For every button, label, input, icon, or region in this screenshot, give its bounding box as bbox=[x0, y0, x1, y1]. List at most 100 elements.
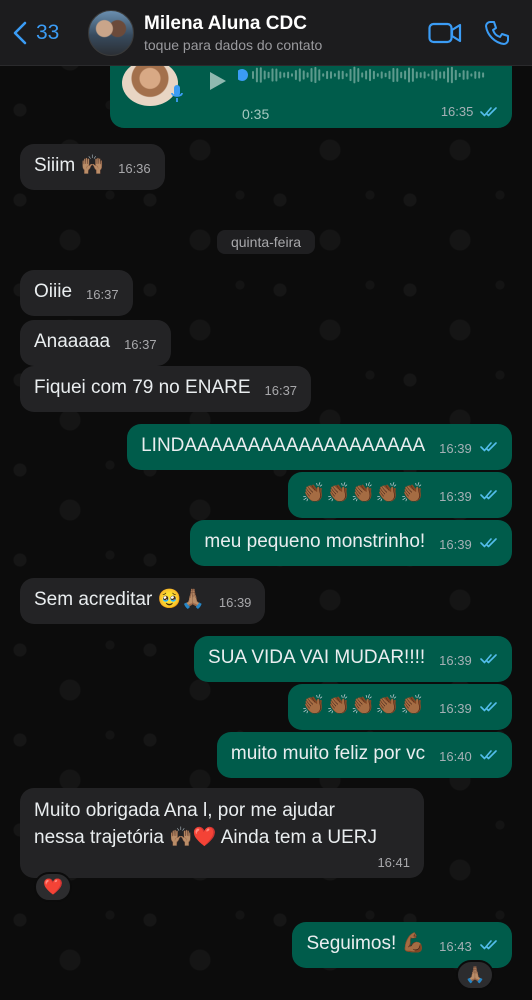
video-call-button[interactable] bbox=[428, 22, 462, 44]
waveform-bar bbox=[376, 73, 379, 77]
waveform-bar bbox=[341, 70, 344, 80]
waveform-bar bbox=[252, 71, 254, 79]
waveform-bar bbox=[470, 73, 473, 77]
waveform-bar bbox=[314, 66, 317, 84]
read-ticks-icon bbox=[480, 940, 497, 950]
waveform-bar bbox=[462, 70, 465, 80]
waveform-bar bbox=[482, 72, 485, 78]
message-time: 16:35 bbox=[441, 104, 498, 119]
waveform-bar bbox=[372, 70, 375, 80]
waveform-bar bbox=[380, 71, 383, 79]
back-button[interactable]: 33 bbox=[12, 21, 76, 45]
waveform-bar bbox=[357, 68, 360, 82]
message-outgoing[interactable]: 👏🏾👏🏾👏🏾👏🏾👏🏾 16:39 bbox=[287, 684, 512, 730]
read-ticks-icon bbox=[480, 654, 497, 664]
waveform-bar bbox=[259, 67, 262, 83]
voice-waveform[interactable] bbox=[238, 66, 488, 84]
waveform-bar bbox=[255, 67, 258, 83]
chevron-left-icon bbox=[13, 21, 27, 44]
video-camera-icon bbox=[428, 22, 462, 43]
waveform-bar bbox=[263, 70, 266, 80]
waveform-bar bbox=[275, 68, 278, 82]
waveform-bar bbox=[396, 68, 399, 82]
waveform-bar bbox=[419, 72, 422, 78]
waveform-bar bbox=[361, 72, 364, 78]
contact-name: Milena Aluna CDC bbox=[144, 12, 307, 34]
waveform-bar bbox=[318, 69, 321, 81]
waveform-bar bbox=[279, 71, 282, 79]
waveform-bar bbox=[423, 71, 426, 79]
waveform-bar bbox=[283, 72, 286, 78]
message-outgoing[interactable]: LINDAAAAAAAAAAAAAAAAAAA 16:39 bbox=[127, 424, 512, 470]
voice-call-button[interactable] bbox=[484, 20, 510, 46]
waveform-bar bbox=[388, 70, 391, 80]
microphone-icon bbox=[170, 84, 184, 109]
waveform-bar bbox=[302, 70, 305, 80]
waveform-bar bbox=[443, 71, 446, 79]
message-incoming[interactable]: Siiim 🙌🏽 16:36 bbox=[20, 144, 165, 190]
message-incoming[interactable]: Oiiie 16:37 bbox=[20, 270, 133, 316]
play-button[interactable] bbox=[206, 70, 228, 97]
waveform-bar bbox=[439, 71, 442, 79]
waveform-bar bbox=[267, 71, 270, 79]
voice-duration: 0:35 bbox=[242, 106, 270, 122]
waveform-bar bbox=[478, 71, 481, 79]
date-separator: quinta-feira bbox=[216, 230, 316, 254]
waveform-bar bbox=[392, 67, 395, 83]
waveform-bar bbox=[435, 69, 438, 81]
unread-count: 33 bbox=[36, 20, 60, 44]
waveform-bar bbox=[353, 66, 356, 84]
message-outgoing[interactable]: meu pequeno monstrinho! 16:39 bbox=[190, 520, 512, 566]
read-ticks-icon bbox=[480, 490, 497, 500]
play-icon bbox=[210, 72, 226, 90]
waveform-bar bbox=[287, 71, 290, 79]
waveform-bar bbox=[291, 73, 293, 77]
waveform-bar bbox=[310, 68, 313, 82]
read-ticks-icon bbox=[480, 538, 497, 548]
message-incoming[interactable]: Fiquei com 79 no ENARE 16:37 bbox=[20, 366, 312, 412]
waveform-bar bbox=[349, 68, 352, 82]
message-reaction[interactable]: 🙏🏽 bbox=[456, 960, 494, 990]
waveform-bar bbox=[411, 68, 414, 82]
message-incoming[interactable]: Anaaaaa 16:37 bbox=[20, 320, 171, 366]
read-ticks-icon bbox=[480, 702, 497, 712]
waveform-bar bbox=[384, 72, 387, 78]
read-ticks-icon bbox=[480, 750, 497, 760]
waveform-bar bbox=[450, 66, 453, 84]
waveform-bar bbox=[466, 70, 469, 80]
waveform-bar bbox=[345, 73, 348, 77]
waveform-bar bbox=[458, 72, 461, 78]
waveform-bar bbox=[447, 67, 449, 83]
waveform-bar bbox=[322, 73, 325, 77]
read-ticks-icon bbox=[480, 442, 497, 452]
contact-subtitle: toque para dados do contato bbox=[144, 36, 323, 53]
message-outgoing[interactable]: 👏🏾👏🏾👏🏾👏🏾👏🏾 16:39 bbox=[287, 472, 512, 518]
avatar[interactable] bbox=[88, 9, 134, 56]
waveform-bar bbox=[326, 70, 329, 80]
read-ticks-icon bbox=[480, 107, 497, 117]
message-list[interactable]: 0:35 16:35 Siiim 🙌🏽 16:36 quinta-feira Oi… bbox=[0, 60, 532, 1000]
waveform-bar bbox=[474, 71, 477, 79]
waveform-bar bbox=[408, 67, 410, 83]
voice-message[interactable]: 0:35 16:35 bbox=[110, 60, 512, 128]
waveform-bar bbox=[415, 71, 418, 79]
message-reaction[interactable]: ❤️ bbox=[34, 872, 72, 902]
waveform-bar bbox=[427, 73, 430, 77]
contact-info[interactable]: Milena Aluna CDC toque para dados do con… bbox=[144, 13, 428, 53]
waveform-bar bbox=[369, 68, 371, 82]
phone-icon bbox=[485, 20, 509, 45]
message-line: nessa trajetória 🙌🏽❤️ Ainda tem a UERJ bbox=[34, 827, 378, 848]
waveform-bar bbox=[431, 70, 434, 80]
message-outgoing[interactable]: muito muito feliz por vc 16:40 bbox=[216, 732, 512, 778]
chat-header: 33 Milena Aluna CDC toque para dados do … bbox=[0, 0, 532, 66]
waveform-bar bbox=[400, 71, 403, 79]
waveform-bar bbox=[337, 70, 340, 80]
waveform-bar bbox=[271, 68, 274, 82]
waveform-bar bbox=[330, 71, 332, 79]
message-incoming[interactable]: Sem acreditar 🥹🙏🏽 16:39 bbox=[20, 578, 266, 624]
waveform-bar bbox=[365, 70, 368, 80]
waveform-bar bbox=[333, 73, 336, 77]
message-incoming[interactable]: Muito obrigada Ana l, por me ajudar ness… bbox=[20, 788, 424, 878]
message-outgoing[interactable]: SUA VIDA VAI MUDAR!!!! 16:39 bbox=[194, 636, 512, 682]
message-line: Muito obrigada Ana l, por me ajudar bbox=[34, 800, 336, 821]
